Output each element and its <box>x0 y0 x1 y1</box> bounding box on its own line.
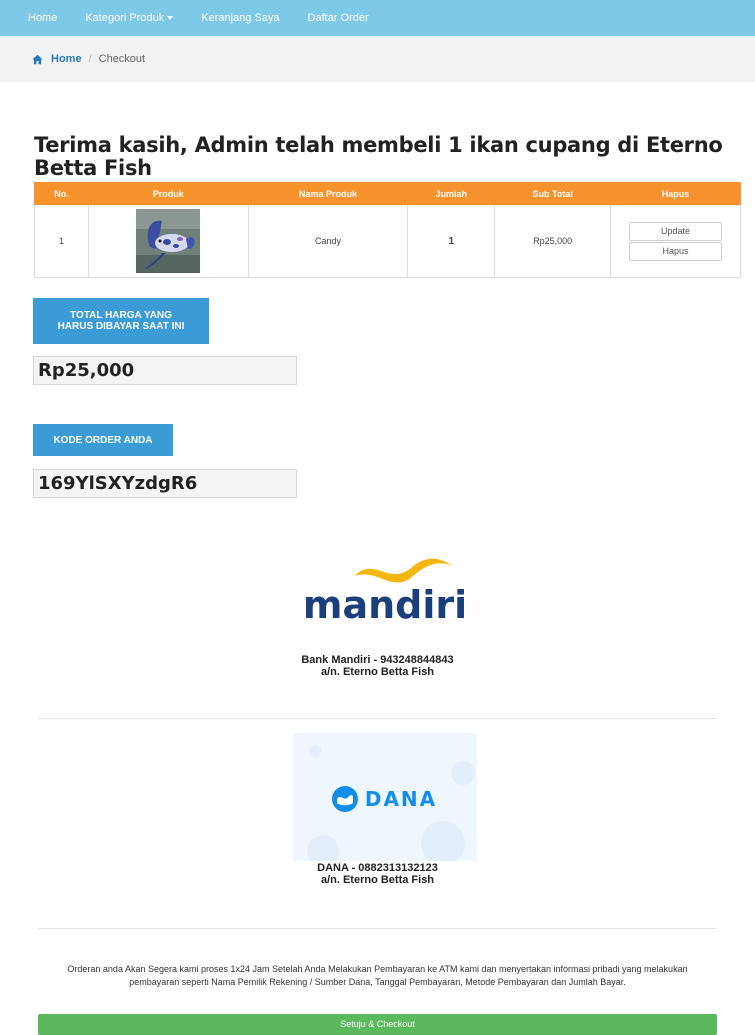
dana-account-name: a/n. Eterno Betta Fish <box>320 874 435 886</box>
page-title: Terima kasih, Admin telah membeli 1 ikan… <box>34 133 723 180</box>
payment-notice: Orderan anda Akan Segera kami proses 1x2… <box>67 964 688 987</box>
table-header-row: No. Produk Nama Produk Jumlah Sub Total … <box>34 182 741 205</box>
table-row: 1 Candy 1 Rp25,000 Update Hapus <box>34 204 741 278</box>
cell-no: 1 <box>34 204 89 278</box>
mandiri-logo: mandiri <box>293 540 477 641</box>
mandiri-account-info: Bank Mandiri - 943248844843 a/n. Eterno … <box>0 654 755 678</box>
hapus-button[interactable]: Hapus <box>629 241 723 261</box>
header-nama-produk: Nama Produk <box>247 182 409 205</box>
dana-logo-text: DANA <box>365 787 437 811</box>
total-label: TOTAL HARGA YANG HARUS DIBAYAR SAAT INI <box>33 298 209 344</box>
divider <box>38 928 716 929</box>
order-table: No. Produk Nama Produk Jumlah Sub Total … <box>34 182 741 278</box>
header-jumlah: Jumlah <box>407 182 496 205</box>
product-image <box>136 209 201 273</box>
order-code-value: 169YlSXYzdgR6 <box>33 469 297 498</box>
mandiri-account-number: Bank Mandiri - 943248844843 <box>301 654 454 666</box>
caret-down-icon <box>167 16 174 21</box>
update-button[interactable]: Update <box>629 221 723 241</box>
nav-kategori-produk[interactable]: Kategori Produk <box>85 12 174 24</box>
home-icon <box>32 54 43 64</box>
order-code-label: KODE ORDER ANDA <box>33 424 173 456</box>
breadcrumb-separator: / <box>88 53 92 65</box>
breadcrumb-home-link[interactable]: Home <box>51 53 82 65</box>
checkout-button[interactable]: Setuju & Checkout <box>38 1014 717 1035</box>
header-hapus: Hapus <box>610 182 741 205</box>
mandiri-account-name: a/n. Eterno Betta Fish <box>320 666 435 678</box>
cell-sub-total: Rp25,000 <box>494 204 612 278</box>
breadcrumb-current: Checkout <box>98 53 146 65</box>
dana-account-info: DANA - 0882313132123 a/n. Eterno Betta F… <box>0 862 755 886</box>
dana-logo: DANA <box>293 733 477 861</box>
total-value: Rp25,000 <box>33 356 297 385</box>
nav-kategori-label: Kategori Produk <box>85 12 165 24</box>
cell-nama-produk: Candy <box>247 204 409 278</box>
header-produk: Produk <box>87 182 249 205</box>
dana-account-number: DANA - 0882313132123 <box>317 862 438 874</box>
mandiri-logo-text: mandiri <box>303 583 467 627</box>
cell-produk <box>87 204 249 278</box>
header-no: No. <box>34 182 89 205</box>
nav-home[interactable]: Home <box>28 12 57 24</box>
nav-daftar-order[interactable]: Daftar Order <box>308 12 369 24</box>
cell-jumlah: 1 <box>407 204 496 278</box>
header-sub-total: Sub Total <box>494 182 612 205</box>
divider <box>38 718 716 719</box>
cell-actions: Update Hapus <box>610 204 741 278</box>
top-navbar: Home Kategori Produk Keranjang Saya Daft… <box>0 0 755 36</box>
nav-keranjang-saya[interactable]: Keranjang Saya <box>201 12 279 24</box>
breadcrumb: Home / Checkout <box>0 36 755 82</box>
